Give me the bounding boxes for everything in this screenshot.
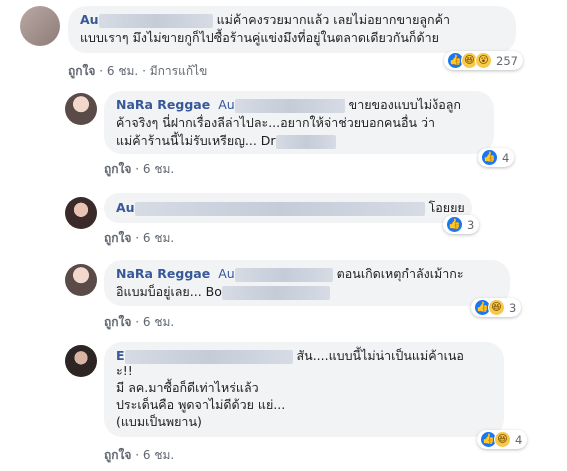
- avatar[interactable]: [65, 197, 97, 229]
- blurred-name: [124, 349, 293, 364]
- haha-icon: 😆: [488, 299, 505, 316]
- comment-bubble: E สัน....แบบนี้ไม่น่าเป็นแม่ค้าเนอ ะ!! ม…: [104, 342, 504, 437]
- blurred-name: [134, 201, 425, 216]
- blurred-name: [221, 285, 330, 300]
- comment-text: ะ!!: [116, 363, 133, 378]
- blurred-name: [98, 13, 213, 28]
- comment-text: แม่ค้าร้านนี้ไม่รับเหรียญ... Dr: [116, 133, 276, 148]
- comment-actions: ถูกใจ · 6 ชม.: [104, 315, 175, 329]
- haha-icon: 😆: [494, 431, 511, 448]
- like-icon: 👍: [481, 149, 498, 166]
- timestamp[interactable]: 6 ชม.: [143, 448, 174, 462]
- timestamp[interactable]: 6 ชม.: [143, 231, 174, 245]
- comment-text: อิแบมบ็อยู่เลย... Bo: [116, 284, 222, 299]
- reaction-summary[interactable]: 👍 3: [443, 215, 480, 234]
- commenter-name[interactable]: NaRa Reggae: [116, 97, 210, 112]
- blurred-name: [275, 134, 336, 149]
- reaction-count: 3: [467, 217, 475, 232]
- avatar[interactable]: [65, 93, 97, 125]
- reaction-count: 4: [502, 150, 510, 165]
- comment-actions: ถูกใจ · 6 ชม. · มีการแก้ไข: [68, 64, 208, 78]
- tagged-name[interactable]: Au: [218, 266, 234, 281]
- timestamp[interactable]: 6 ชม.: [143, 315, 174, 329]
- like-link[interactable]: ถูกใจ: [104, 315, 131, 329]
- like-link[interactable]: ถูกใจ: [104, 231, 131, 245]
- like-icon: 👍: [446, 216, 463, 233]
- reaction-count: 3: [509, 300, 517, 315]
- like-link[interactable]: ถูกใจ: [104, 162, 131, 176]
- reaction-summary[interactable]: 👍 😆 3: [471, 298, 522, 317]
- blurred-name: [234, 267, 333, 282]
- reaction-summary[interactable]: 👍 😆 4: [477, 430, 528, 449]
- comment-text: แบบเราๆ มึงไม่ขายกูก็ไปซื้อร้านคู่แข่งมึ…: [80, 30, 439, 45]
- like-link[interactable]: ถูกใจ: [68, 64, 95, 78]
- reaction-count: 4: [515, 432, 523, 447]
- comment-text: แม่ค้าคงรวยมากแล้ว เลยไม่อยากขายลูกค้า: [216, 12, 450, 27]
- timestamp[interactable]: 6 ชม.: [107, 64, 138, 78]
- comment-bubble: NaRa Reggae Au ขายของแบบไม่ง้อลูก ค้าจริ…: [104, 91, 494, 154]
- blurred-name: [234, 98, 345, 113]
- tagged-name[interactable]: Au: [218, 97, 234, 112]
- comment-bubble: Au แม่ค้าคงรวยมากแล้ว เลยไม่อยากขายลูกค้…: [68, 6, 516, 53]
- wow-icon: 😮: [475, 52, 492, 69]
- avatar[interactable]: [65, 264, 97, 296]
- edited-label[interactable]: มีการแก้ไข: [150, 64, 208, 78]
- timestamp[interactable]: 6 ชม.: [143, 162, 174, 176]
- comment-text: ตอนเกิดเหตุกำลังเม้ากะ: [336, 266, 464, 281]
- comment-text: ประเด็นคือ พูดจาไม่ดีด้วย แย่...: [116, 397, 286, 412]
- comment-bubble: NaRa Reggae Au ตอนเกิดเหตุกำลังเม้ากะ อิ…: [104, 260, 510, 306]
- comment-actions: ถูกใจ · 6 ชม.: [104, 162, 175, 176]
- comment-text: (แบมเป็นพยาน): [116, 414, 202, 429]
- comment-text: สัน....แบบนี้ไม่น่าเป็นแม่ค้าเนอ: [296, 348, 464, 363]
- reaction-summary[interactable]: 👍 😆 😮 257: [444, 51, 523, 70]
- avatar[interactable]: [65, 345, 97, 377]
- commenter-name[interactable]: Au: [116, 200, 135, 215]
- reaction-summary[interactable]: 👍 4: [478, 148, 515, 167]
- reaction-count: 257: [496, 53, 518, 68]
- comment-bubble: Au โอยยย: [104, 193, 472, 223]
- comment-text: โอยยย: [428, 200, 465, 215]
- like-link[interactable]: ถูกใจ: [104, 448, 131, 462]
- commenter-name[interactable]: Au: [80, 12, 99, 27]
- commenter-name[interactable]: E: [116, 348, 125, 363]
- comment-actions: ถูกใจ · 6 ชม.: [104, 231, 175, 245]
- comment-text: ค้าจริงๆ นี่ฝากเรื่องลีล่าไปละ...อยากให้…: [116, 115, 436, 130]
- avatar[interactable]: [20, 6, 60, 46]
- comment-text: มี ลค.มาซื้อก็ดีเท่าไหร่แล้ว: [116, 380, 259, 395]
- commenter-name[interactable]: NaRa Reggae: [116, 266, 210, 281]
- comment-actions: ถูกใจ · 6 ชม.: [104, 448, 175, 462]
- comment-text: ขายของแบบไม่ง้อลูก: [348, 97, 461, 112]
